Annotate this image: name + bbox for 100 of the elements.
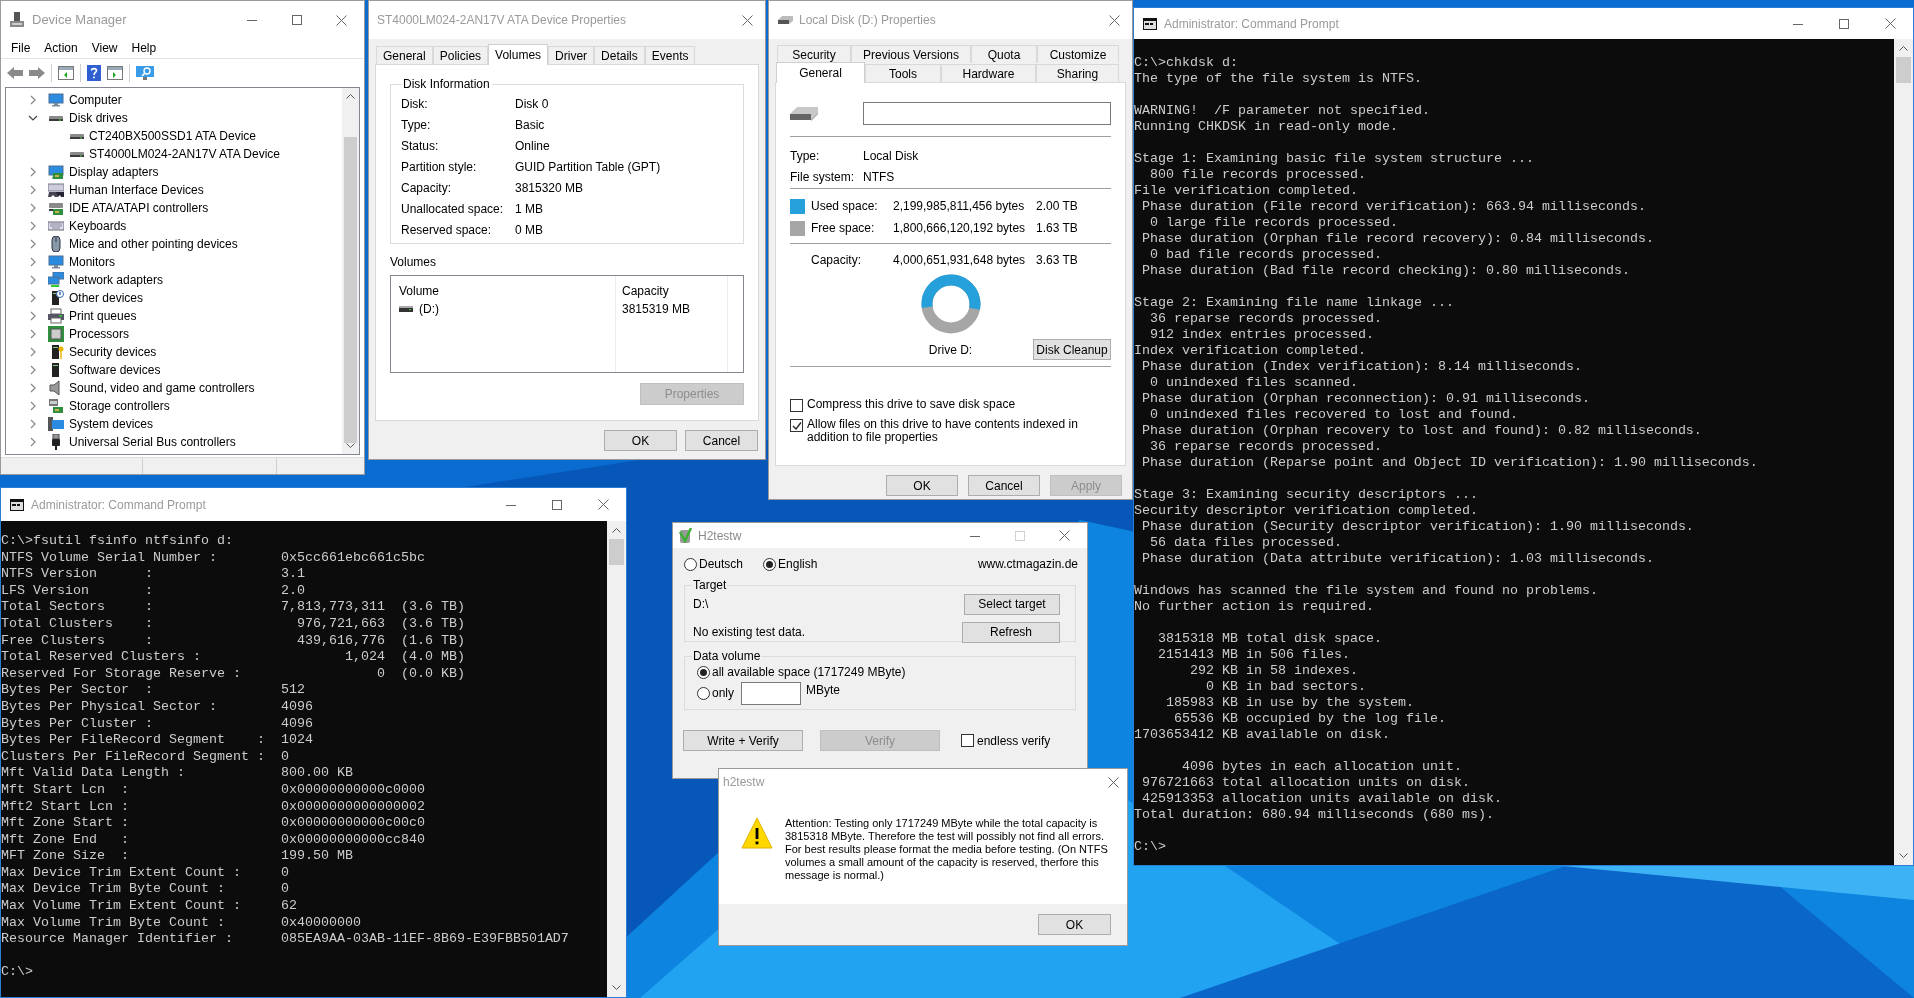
button[interactable]: Write + Verify	[683, 730, 803, 751]
amount-field[interactable]	[741, 681, 801, 705]
tab[interactable]: Previous Versions	[851, 45, 971, 63]
scroll-up-icon[interactable]	[346, 93, 355, 99]
help-icon[interactable]	[87, 64, 101, 81]
button[interactable]: Disk Cleanup	[1033, 339, 1111, 360]
tree-item[interactable]: Mice and other pointing devices	[69, 235, 238, 253]
scrollbar-thumb[interactable]	[609, 539, 624, 565]
tree-item[interactable]: Sound, video and game controllers	[69, 379, 255, 397]
scroll-up-icon[interactable]	[1899, 45, 1908, 51]
tab[interactable]: Hardware	[941, 64, 1036, 82]
radio-button[interactable]	[684, 557, 697, 571]
tab[interactable]: Sharing	[1036, 64, 1119, 82]
tree-item[interactable]: Universal Serial Bus controllers	[69, 433, 236, 451]
maximize-icon[interactable]	[291, 15, 302, 25]
tab[interactable]: Volumes	[488, 44, 549, 65]
tab[interactable]: Tools	[865, 64, 941, 82]
tree-item[interactable]: Human Interface Devices	[69, 181, 204, 199]
chevron-down-icon[interactable]	[28, 113, 38, 123]
button[interactable]: Cancel	[968, 475, 1040, 496]
tree-item[interactable]: CT240BX500SSD1 ATA Device	[89, 127, 256, 145]
button[interactable]: Refresh	[962, 621, 1060, 643]
tab[interactable]: Customize	[1037, 45, 1119, 63]
button[interactable]: OK	[604, 430, 677, 451]
tree-item[interactable]: Software devices	[69, 361, 161, 379]
chevron-right-icon[interactable]	[28, 221, 38, 231]
chevron-right-icon[interactable]	[28, 167, 38, 177]
close-icon[interactable]	[1884, 18, 1896, 29]
chevron-right-icon[interactable]	[28, 239, 38, 249]
chevron-right-icon[interactable]	[28, 437, 38, 447]
close-icon[interactable]	[597, 499, 609, 510]
tab[interactable]: General	[376, 46, 433, 64]
tree-item[interactable]: Network adapters	[69, 271, 164, 289]
menu-item[interactable]: File	[11, 39, 31, 57]
menu-item[interactable]: View	[91, 39, 118, 57]
close-icon[interactable]	[1109, 14, 1120, 26]
tree-item[interactable]: Print queues	[69, 307, 137, 325]
chevron-right-icon[interactable]	[28, 365, 38, 375]
name-field[interactable]	[863, 102, 1111, 125]
checkbox[interactable]	[790, 419, 803, 432]
tree-item[interactable]: Other devices	[69, 289, 144, 307]
radio-button[interactable]	[697, 686, 710, 700]
tab[interactable]: Events	[644, 46, 696, 64]
chevron-right-icon[interactable]	[28, 293, 38, 303]
scrollbar-thumb[interactable]	[344, 137, 357, 443]
tree-item[interactable]: System devices	[69, 415, 154, 433]
button[interactable]: Select target	[964, 593, 1060, 615]
tab[interactable]: Driver	[548, 46, 595, 64]
button[interactable]: OK	[886, 475, 958, 496]
scroll-up-icon[interactable]	[612, 527, 621, 533]
tree-item[interactable]: Processors	[69, 325, 130, 343]
panel-play-icon[interactable]	[107, 65, 123, 80]
tree-item[interactable]: ST4000LM024-2AN17V ATA Device	[89, 145, 280, 163]
tree-item[interactable]: Display adapters	[69, 163, 159, 181]
tree-item[interactable]: Security devices	[69, 343, 157, 361]
tree-item[interactable]: Storage controllers	[69, 397, 170, 415]
close-icon[interactable]	[1059, 530, 1070, 541]
tree-item[interactable]: IDE ATA/ATAPI controllers	[69, 199, 209, 217]
button[interactable]: Cancel	[685, 430, 758, 451]
tree-item[interactable]: Keyboards	[69, 217, 127, 235]
monitor-search-icon[interactable]	[136, 64, 154, 81]
chevron-right-icon[interactable]	[28, 419, 38, 429]
radio-button[interactable]	[697, 665, 710, 679]
button[interactable]: OK	[1038, 914, 1111, 935]
menu-item[interactable]: Action	[44, 39, 78, 57]
column-header[interactable]: Capacity	[622, 282, 727, 300]
checkbox[interactable]	[961, 734, 974, 747]
chevron-right-icon[interactable]	[28, 329, 38, 339]
maximize-icon[interactable]	[1839, 18, 1849, 29]
tree-item[interactable]: Disk drives	[69, 109, 128, 127]
maximize-icon[interactable]	[552, 499, 562, 510]
close-icon[interactable]	[1108, 776, 1119, 788]
chevron-right-icon[interactable]	[28, 275, 38, 285]
chevron-right-icon[interactable]	[28, 203, 38, 213]
chevron-right-icon[interactable]	[28, 401, 38, 411]
forward-arrow-icon[interactable]	[29, 66, 45, 79]
tab[interactable]: Policies	[432, 46, 489, 64]
panel-icon[interactable]	[58, 65, 74, 80]
tab[interactable]: General	[776, 62, 865, 83]
scrollbar-thumb[interactable]	[1896, 57, 1911, 83]
column-header[interactable]: Volume	[399, 282, 615, 300]
chevron-right-icon[interactable]	[28, 383, 38, 393]
chevron-right-icon[interactable]	[28, 95, 38, 105]
chevron-right-icon[interactable]	[28, 257, 38, 267]
chevron-right-icon[interactable]	[28, 185, 38, 195]
radio-button[interactable]	[763, 557, 777, 571]
checkbox[interactable]	[790, 399, 803, 412]
menu-item[interactable]: Help	[131, 39, 157, 57]
back-arrow-icon[interactable]	[7, 66, 23, 79]
chevron-right-icon[interactable]	[28, 311, 38, 321]
close-icon[interactable]	[742, 14, 753, 26]
tree-item[interactable]: Monitors	[69, 253, 115, 271]
tab[interactable]: Quota	[971, 45, 1037, 63]
chevron-right-icon[interactable]	[28, 347, 38, 357]
close-icon[interactable]	[336, 14, 347, 26]
tab[interactable]: Details	[594, 46, 645, 64]
tab[interactable]: Security	[777, 45, 851, 63]
tree-item[interactable]: Computer	[69, 91, 122, 109]
scroll-down-icon[interactable]	[346, 443, 355, 449]
scroll-down-icon[interactable]	[1899, 853, 1908, 859]
